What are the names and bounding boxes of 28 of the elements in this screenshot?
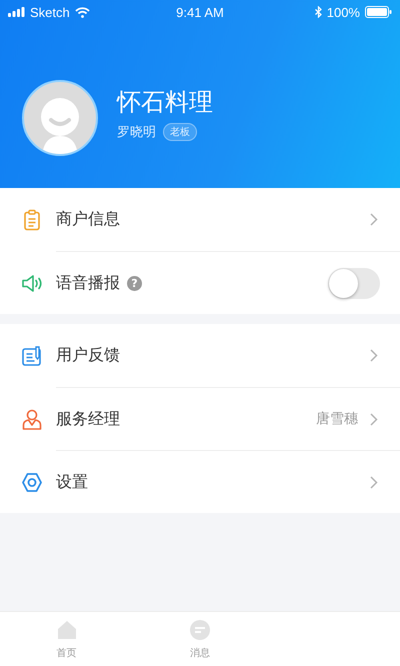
note-icon — [21, 344, 43, 366]
item-value: 唐雪穗 — [316, 410, 358, 428]
bluetooth-icon — [314, 6, 322, 18]
person-icon — [21, 408, 43, 430]
menu-item[interactable]: 设置 — [56, 472, 88, 492]
menu-item[interactable]: 用户反馈 — [56, 345, 120, 366]
avatar-icon — [22, 80, 98, 156]
home-icon — [56, 618, 78, 640]
battery-icon — [364, 6, 392, 18]
clipboard-icon — [21, 208, 43, 230]
menu-item[interactable]: 服务经理 — [56, 408, 120, 430]
shop-name: 怀石料理 — [117, 87, 213, 117]
carrier-name: Sketch — [30, 4, 70, 20]
role-badge: 老板 — [163, 123, 197, 141]
menu-item[interactable]: 商户信息 — [56, 209, 120, 230]
owner-name: 罗晓明 — [117, 124, 156, 141]
signal-icon — [8, 7, 25, 17]
chevron-icon — [370, 213, 378, 226]
wifi-icon — [74, 6, 90, 18]
chevron-icon — [370, 349, 378, 362]
chevron-icon — [370, 476, 378, 488]
settings-icon — [21, 470, 43, 492]
setting-label: 语音播报 — [56, 272, 120, 294]
battery-percent: 100% — [326, 4, 360, 20]
chat-icon — [188, 618, 211, 640]
chevron-icon — [370, 412, 378, 426]
clock-time: 9:41 AM — [176, 4, 224, 20]
toggle-switch[interactable] — [328, 268, 380, 298]
